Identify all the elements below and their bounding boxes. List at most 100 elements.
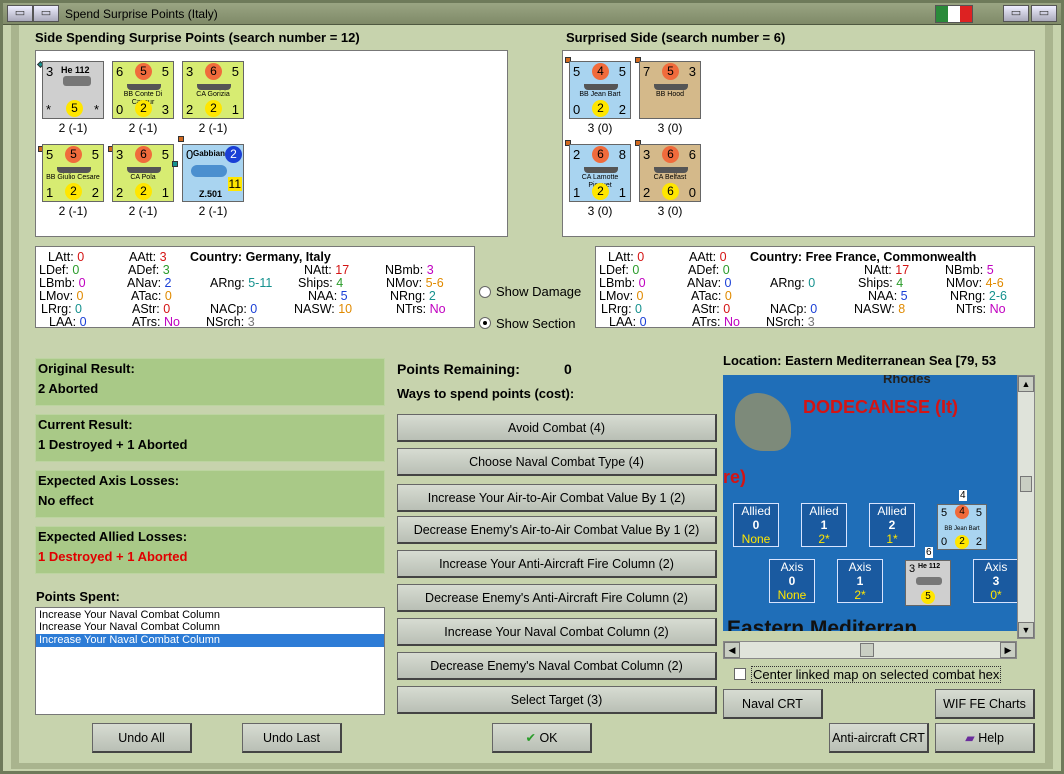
axis-losses-value: No effect — [38, 493, 94, 508]
list-item[interactable]: Increase Your Naval Combat Column — [36, 608, 384, 621]
minimize-button[interactable]: ▭ — [1003, 5, 1029, 22]
axis-column-1[interactable]: Axis 1 2* — [837, 559, 883, 603]
unit-counter-bb-giulio-cesare[interactable]: 5 5 5 BB Giulio Cesare 1 2 2 — [42, 144, 104, 202]
select-target-button[interactable]: Select Target (3) — [397, 686, 717, 714]
unit-counter-bb-conte[interactable]: 6 5 5 BB Conte Di Cavour 0 2 3 — [112, 61, 174, 119]
help-button[interactable]: ▰ Help — [935, 723, 1035, 753]
unit-name: BB Giulio Cesare — [46, 174, 100, 181]
column-title: Allied — [741, 504, 771, 518]
unit-counter-ca-gorizia[interactable]: 3 6 5 CA Gorizia 2 2 1 — [182, 61, 244, 119]
unit-counter-gabbiano[interactable]: 0 Gabbiano 2 Z.501 11 — [182, 144, 244, 202]
center-linked-checkbox[interactable] — [734, 668, 746, 680]
scroll-thumb[interactable] — [1020, 476, 1032, 492]
avoid-combat-button[interactable]: Avoid Combat (4) — [397, 414, 717, 442]
show-section-radio[interactable] — [479, 317, 491, 329]
map-partial-label: re) — [723, 467, 747, 487]
stat-value: 0 — [808, 276, 816, 290]
unit-counter-he112[interactable]: 3 He 112 * * 5 — [42, 61, 104, 119]
original-result-label: Original Result: — [38, 361, 135, 376]
current-result-value: 1 Destroyed + 1 Aborted — [38, 437, 188, 452]
increase-naval-combat-button[interactable]: Increase Your Naval Combat Column (2) — [397, 618, 717, 646]
increase-anti-aircraft-button[interactable]: Increase Your Anti-Aircraft Fire Column … — [397, 550, 717, 578]
decrease-enemy-naval-combat-button[interactable]: Decrease Enemy's Naval Combat Column (2) — [397, 652, 717, 680]
column-value: 2 — [888, 518, 896, 532]
allied-column-1[interactable]: Allied 1 2* — [801, 503, 847, 547]
current-result-label: Current Result: — [38, 417, 133, 432]
stat-row: LAtt: 0 — [608, 250, 645, 264]
map-view[interactable]: Rhodes DODECANESE (It) re) Allied 0 None A… — [723, 375, 1017, 631]
stat-value: 4-6 — [985, 276, 1004, 290]
close-button[interactable]: ▭ — [1031, 5, 1057, 22]
map-unit-bb-jean-bart[interactable]: 5 4 5 BB Jean Bart 0 2 2 — [937, 504, 987, 550]
unit-value: 3 — [688, 64, 696, 79]
unit-name: CA Pola — [130, 174, 156, 181]
show-section-label: Show Section — [496, 316, 576, 331]
naval-crt-button[interactable]: Naval CRT — [723, 689, 823, 719]
stat-row: ATac: 0 — [131, 289, 172, 303]
unit-counter-ca-belfast[interactable]: 3 6 6 CA Belfast 2 6 0 — [639, 144, 701, 202]
stat-row: LMov: 0 — [599, 289, 644, 303]
list-item-selected[interactable]: Increase Your Naval Combat Column — [36, 634, 384, 647]
column-subtext: 0* — [990, 588, 1002, 602]
unit-counter-bb-hood[interactable]: 7 5 3 BB Hood — [639, 61, 701, 119]
stat-row: Ships: 4 — [298, 276, 344, 290]
wif-fe-charts-button[interactable]: WIF FE Charts — [935, 689, 1035, 719]
decrease-enemy-air-to-air-button[interactable]: Decrease Enemy's Air-to-Air Combat Value… — [397, 516, 717, 544]
unit-counter-bb-jean-bart[interactable]: 5 4 5 BB Jean Bart 0 2 2 — [569, 61, 631, 119]
allied-losses-value: 1 Destroyed + 1 Aborted — [38, 549, 188, 564]
stat-value: 0 — [72, 263, 80, 277]
stat-value: 0 — [635, 302, 642, 316]
column-subtext: None — [777, 588, 807, 602]
stat-value: 2 — [428, 289, 436, 303]
stack-count: 4 — [959, 490, 967, 501]
unit-value: 2 — [643, 185, 651, 200]
scroll-up-arrow-icon[interactable]: ▲ — [1018, 376, 1034, 392]
country-label: Country: — [750, 250, 803, 264]
decrease-enemy-anti-aircraft-button[interactable]: Decrease Enemy's Anti-Aircraft Fire Colu… — [397, 584, 717, 612]
map-vertical-scrollbar[interactable]: ▲ ▼ — [1017, 375, 1035, 639]
unit-circle-value: 2 — [135, 100, 152, 117]
allied-column-2[interactable]: Allied 2 1* — [869, 503, 915, 547]
ok-button[interactable]: ✔ OK — [492, 723, 592, 753]
ship-icon — [584, 84, 618, 90]
unit-counter-ca-lamotte-picquet[interactable]: 2 6 8 CA Lamotte Picquet 1 2 1 — [569, 144, 631, 202]
scroll-thumb[interactable] — [860, 643, 874, 657]
show-damage-radio[interactable] — [479, 286, 491, 298]
ship-icon — [127, 84, 161, 90]
unit-value: 0 — [116, 102, 124, 117]
scroll-right-arrow-icon[interactable]: ▶ — [1000, 642, 1016, 658]
unit-counter-ca-pola[interactable]: 3 6 5 CA Pola 2 2 1 — [112, 144, 174, 202]
points-spent-list[interactable]: Increase Your Naval Combat Column Increa… — [35, 607, 385, 715]
allied-losses-box: Expected Allied Losses: 1 Destroyed + 1 … — [35, 526, 385, 574]
map-horizontal-scrollbar[interactable]: ◀ ▶ — [723, 641, 1017, 659]
undo-all-button[interactable]: Undo All — [92, 723, 192, 753]
unit-value: 0 — [941, 536, 948, 548]
unit-circle-value: 5 — [662, 63, 679, 80]
stat-value: 0 — [77, 250, 85, 264]
allied-column-0[interactable]: Allied 0 None — [733, 503, 779, 547]
axis-column-0[interactable]: Axis 0 None — [769, 559, 815, 603]
stat-value: 5 — [986, 263, 994, 277]
system-menu-button[interactable]: ▭ — [7, 5, 33, 22]
stat-row: NRng: 2-6 — [950, 289, 1007, 303]
stat-value: 2-6 — [988, 289, 1007, 303]
list-item[interactable]: Increase Your Naval Combat Column — [36, 621, 384, 634]
unit-value: 0 — [688, 185, 696, 200]
anti-aircraft-crt-button[interactable]: Anti-aircraft CRT — [829, 723, 929, 753]
stat-value: 4 — [336, 276, 344, 290]
undo-last-button[interactable]: Undo Last — [242, 723, 342, 753]
axis-column-3[interactable]: Axis 3 0* — [973, 559, 1017, 603]
scroll-left-arrow-icon[interactable]: ◀ — [724, 642, 740, 658]
ship-icon — [654, 167, 688, 173]
increase-air-to-air-button[interactable]: Increase Your Air-to-Air Combat Value By… — [397, 484, 717, 512]
column-title: Axis — [984, 560, 1008, 574]
scroll-down-arrow-icon[interactable]: ▼ — [1018, 622, 1034, 638]
stat-value: 0 — [164, 289, 172, 303]
unit-value: * — [46, 102, 52, 117]
unit-value: 2 — [975, 536, 982, 548]
unit-value: 2 — [91, 185, 99, 200]
choose-naval-combat-type-button[interactable]: Choose Naval Combat Type (4) — [397, 448, 717, 476]
stat-value: 0 — [636, 289, 644, 303]
map-unit-he112[interactable]: 3 He 112 5 — [905, 560, 951, 606]
restore-button[interactable]: ▭ — [33, 5, 59, 22]
